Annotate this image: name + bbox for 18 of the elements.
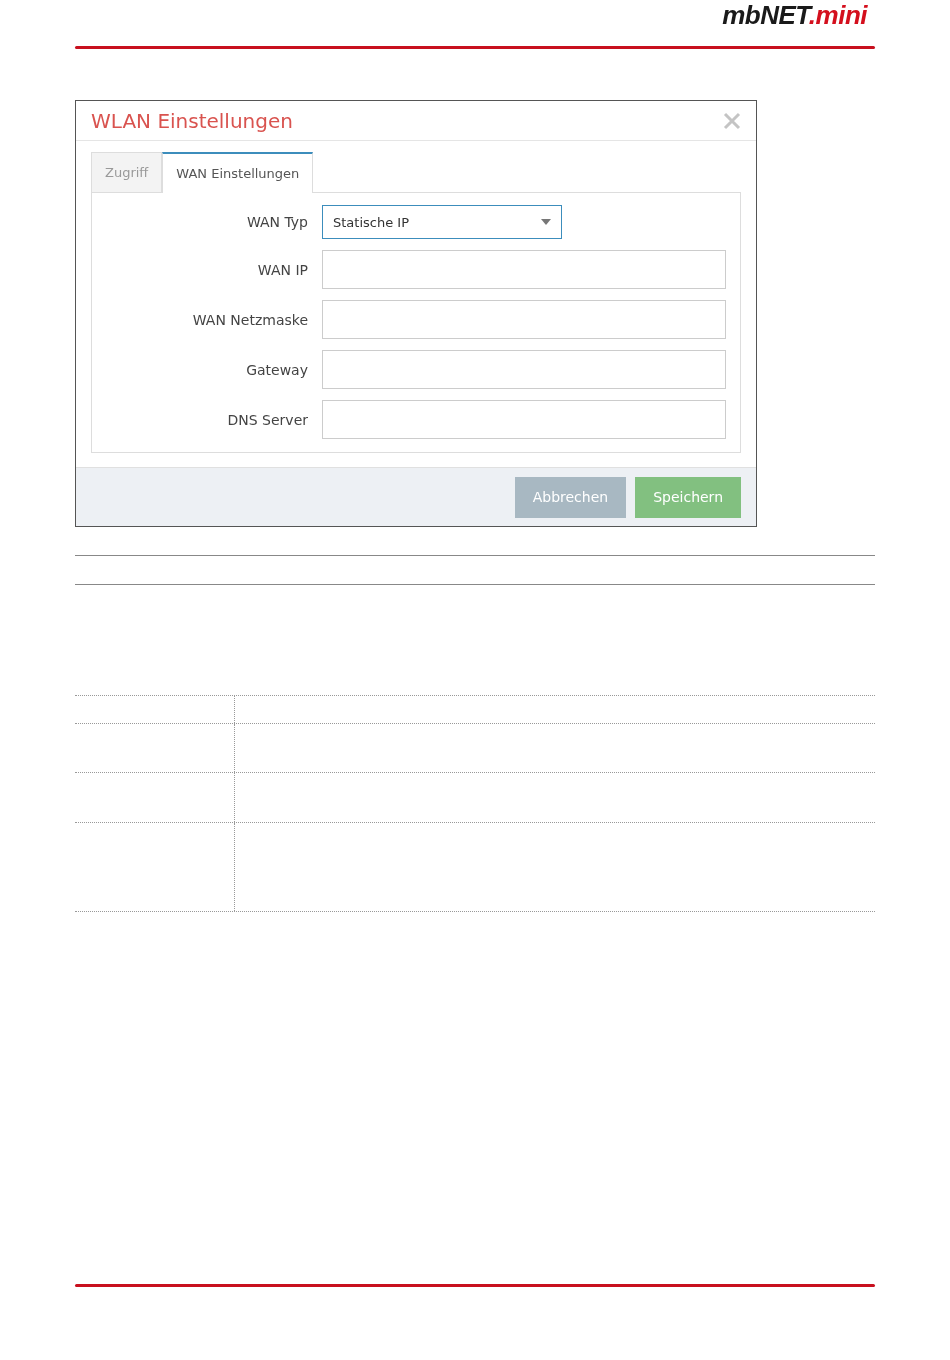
field-label: WAN Netzmaske [191, 311, 308, 328]
field-label: Gateway [245, 361, 308, 378]
field-label: DNS Server [226, 411, 308, 428]
caret-icon [541, 219, 551, 225]
field-label: WAN IP [256, 261, 308, 278]
cancel-button[interactable]: Abbrechen [514, 476, 627, 518]
input-field[interactable] [322, 300, 726, 339]
tab[interactable]: Zugriff [91, 152, 163, 192]
input-field[interactable] [322, 400, 726, 439]
dialog-title: WLAN Einstellungen [91, 108, 293, 133]
logo: mbNET.mini [722, 2, 867, 28]
save-button[interactable]: Speichern [635, 476, 741, 518]
input-field[interactable] [322, 250, 726, 289]
close-icon[interactable] [723, 111, 741, 130]
select-field[interactable]: Statische IP [322, 205, 562, 239]
input-field[interactable] [322, 350, 726, 389]
field-label: WAN Typ [245, 214, 308, 230]
tab[interactable]: WAN Einstellungen [162, 152, 314, 193]
